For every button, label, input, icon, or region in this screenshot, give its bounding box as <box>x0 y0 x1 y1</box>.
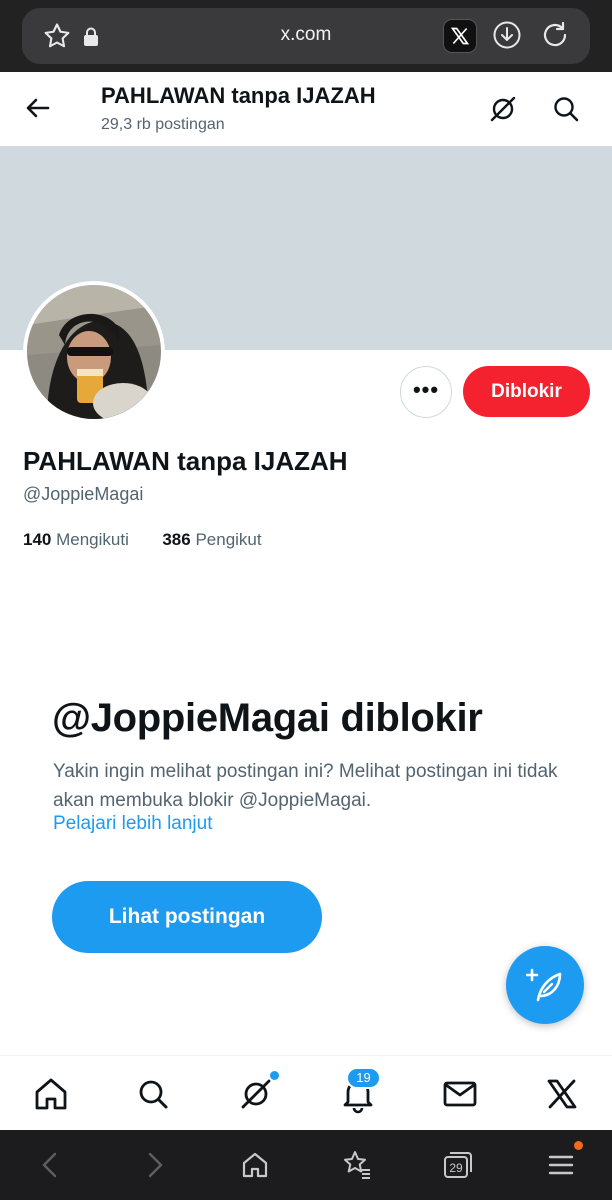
grok-unread-dot <box>270 1071 279 1080</box>
browser-home-icon[interactable] <box>238 1148 272 1182</box>
blocked-title: @JoppieMagai diblokir <box>52 696 483 740</box>
compose-quill-icon <box>526 968 562 1002</box>
blocked-button[interactable]: Diblokir <box>463 366 590 417</box>
nav-search-icon[interactable] <box>133 1074 173 1114</box>
reload-icon[interactable] <box>540 20 570 50</box>
handle: @JoppieMagai <box>23 484 144 504</box>
followers-label: Pengikut <box>195 530 262 549</box>
messages-icon[interactable] <box>440 1074 480 1114</box>
browser-forward-icon[interactable] <box>137 1148 171 1182</box>
grok-icon[interactable] <box>486 92 520 126</box>
followers-link[interactable]: 386 Pengikut <box>162 530 261 549</box>
menu-alert-dot <box>574 1141 583 1150</box>
following-count: 140 <box>23 530 52 549</box>
bookmarks-icon[interactable] <box>340 1148 374 1182</box>
compose-post-button[interactable] <box>506 946 584 1024</box>
site-x-icon[interactable] <box>443 19 477 53</box>
profile-stats: 140 Mengikuti 386 Pengikut <box>23 530 262 550</box>
home-icon[interactable] <box>31 1074 71 1114</box>
avatar-photo <box>27 285 161 419</box>
avatar[interactable] <box>23 281 165 423</box>
browser-back-icon[interactable] <box>34 1148 68 1182</box>
learn-more-link[interactable]: Pelajari lebih lanjut <box>53 813 213 835</box>
browser-bottom-bar: 29 <box>0 1130 612 1200</box>
notification-count-badge: 19 <box>346 1067 381 1089</box>
following-label: Mengikuti <box>56 530 129 549</box>
header-title: PAHLAWAN tanpa IJAZAH <box>101 83 376 108</box>
tabs-button[interactable]: 29 <box>441 1148 475 1182</box>
nav-grok-icon[interactable] <box>236 1074 276 1114</box>
header-post-count: 29,3 rb postingan <box>101 116 225 133</box>
menu-icon[interactable] <box>544 1148 578 1182</box>
back-arrow-icon[interactable] <box>20 90 56 126</box>
bottom-navigation <box>0 1055 612 1130</box>
followers-count: 386 <box>162 530 191 549</box>
display-name: PAHLAWAN tanpa IJAZAH <box>23 446 348 476</box>
following-link[interactable]: 140 Mengikuti <box>23 530 129 549</box>
search-icon[interactable] <box>549 92 583 126</box>
view-posts-button[interactable]: Lihat postingan <box>52 881 322 953</box>
more-options-button[interactable]: ••• <box>400 366 452 418</box>
download-icon[interactable] <box>492 20 522 50</box>
blocked-description: Yakin ingin melihat postingan ini? Melih… <box>53 761 558 811</box>
x-icon[interactable] <box>542 1074 582 1114</box>
more-dots-icon: ••• <box>412 377 440 402</box>
tab-count: 29 <box>449 1161 463 1175</box>
browser-toolbar: x.com <box>0 0 612 72</box>
profile-header: PAHLAWAN tanpa IJAZAH 29,3 rb postingan <box>0 72 612 146</box>
